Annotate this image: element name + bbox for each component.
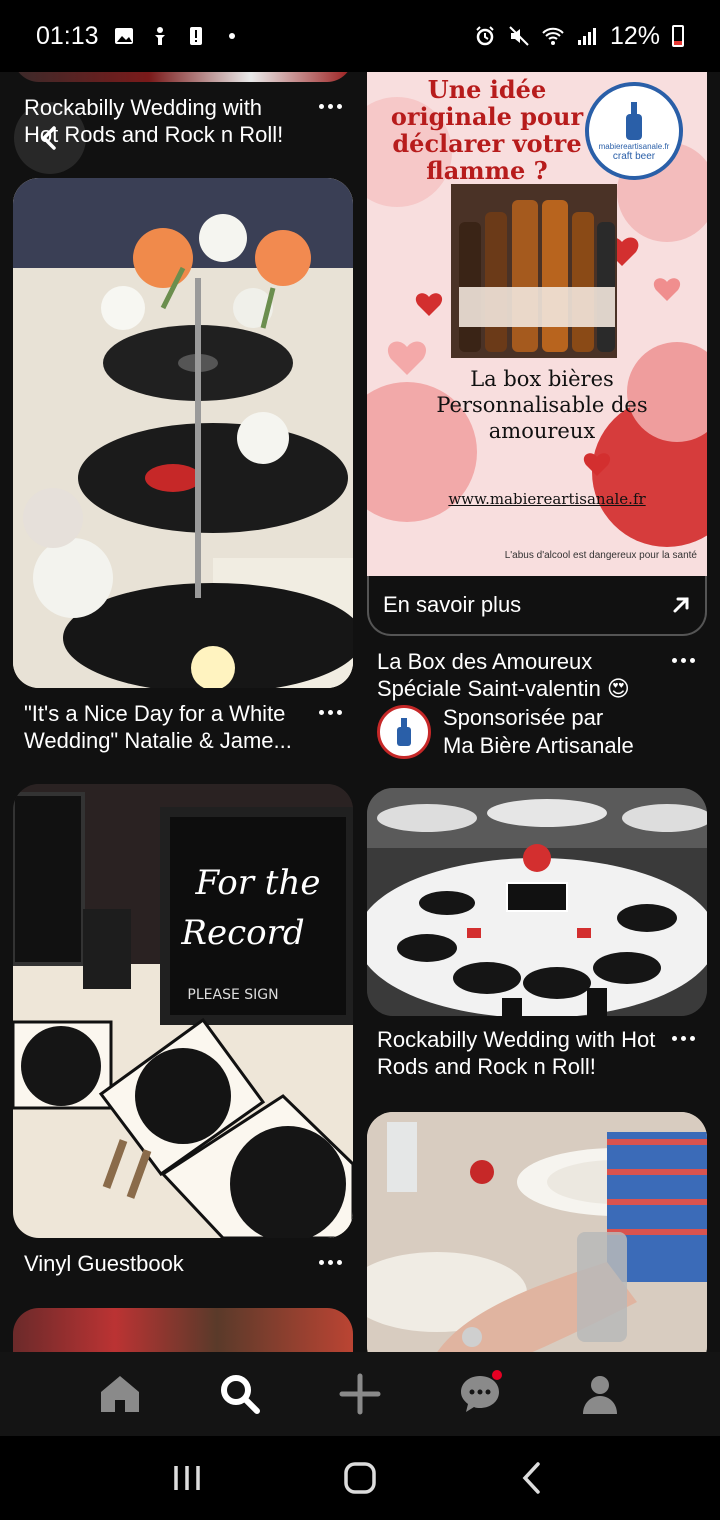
chalkboard-line1: For the [195,863,321,903]
pin-title[interactable]: Vinyl Guestbook [24,1250,304,1277]
sponsor-prefix: Sponsorisée par [443,705,604,730]
chalkboard-line3: PLEASE SIGN [187,987,278,1003]
more-options-button[interactable] [668,1028,698,1048]
bottle-icon [397,718,411,746]
ad-url: www.mabiereartisanale.fr [448,490,646,508]
pin-title[interactable]: Rockabilly Wedding with Hot Rods and Roc… [24,94,294,148]
pin-image-vinyl-centerpiece[interactable] [13,178,353,688]
pin-image-rockabilly-tables[interactable] [367,788,707,1016]
ad-headline: Une idée originale pour déclarer votre f… [390,75,584,185]
more-options-button[interactable] [668,650,698,670]
bottle-icon [626,102,642,140]
notification-dot [492,1370,502,1380]
ad-logo: mabiereartisanale.fr craft beer [585,82,683,180]
alert-icon [189,27,202,45]
back-icon[interactable] [513,1458,553,1498]
vinyl-centerpiece-image [13,178,353,688]
nav-create[interactable] [330,1364,390,1424]
home-button-icon[interactable] [340,1458,380,1498]
status-time: 01:13 [36,21,99,50]
rockabilly-tables-image [367,788,707,1016]
pin-feed[interactable]: Rockabilly Wedding with Hot Rods and Roc… [0,72,720,1352]
pin-image-rockabilly-top[interactable] [13,72,353,82]
gallery-icon [114,28,133,44]
learn-more-button[interactable]: En savoir plus [367,576,707,636]
create-icon [339,1373,381,1415]
home-icon [101,1376,139,1412]
battery-percent: 12% [609,21,660,50]
ad-image[interactable]: Une idée originale pour déclarer votre f… [367,72,707,576]
arrow-up-right-icon [673,597,689,613]
nav-messages[interactable] [450,1364,510,1424]
ad-title[interactable]: La Box des Amoureux Spéciale Saint-valen… [377,648,657,702]
alarm-icon [476,26,494,46]
battery-icon [672,25,684,47]
ad-product-text: La box bières Personnalisable des amoure… [436,367,648,443]
pin-title[interactable]: "It's a Nice Day for a White Wedding" Na… [24,700,304,754]
search-icon [221,1375,260,1414]
pin-image-table-setting[interactable] [367,1112,707,1352]
pin-title[interactable]: Rockabilly Wedding with Hot Rods and Roc… [377,1026,657,1080]
profile-icon [583,1376,617,1414]
recents-icon[interactable] [167,1458,207,1498]
pin-image-partial-left[interactable] [13,1308,353,1352]
more-options-button[interactable] [315,702,345,722]
sponsor-logo [377,705,431,759]
vinyl-guestbook-image: For the Record PLEASE SIGN [13,784,353,1238]
mute-icon [509,26,529,46]
system-navigation [0,1436,720,1520]
status-bar: 01:13 12% [0,0,720,72]
bottom-navigation [0,1352,720,1436]
pin-image-vinyl-guestbook[interactable]: For the Record PLEASE SIGN [13,784,353,1238]
chalkboard-line2: Record [180,913,304,953]
table-setting-image [367,1112,707,1352]
more-options-button[interactable] [315,96,345,116]
nav-search[interactable] [210,1364,270,1424]
signal-icon [577,28,596,45]
learn-more-label: En savoir plus [383,592,522,617]
nav-home[interactable] [90,1364,150,1424]
ad-disclaimer: L'abus d'alcool est dangereux pour la sa… [504,550,697,561]
ad-logo-subtext: craft beer [612,151,656,162]
ad-logo-text: mabiereartisanale.fr [598,142,670,151]
accessibility-icon [154,27,165,45]
nav-profile[interactable] [570,1364,630,1424]
sponsor-name: Ma Bière Artisanale [443,733,634,758]
dot-icon [228,33,235,39]
sponsor-row[interactable]: Sponsorisée par Ma Bière Artisanale [377,704,634,760]
more-options-button[interactable] [315,1252,345,1272]
wifi-icon [542,27,564,45]
